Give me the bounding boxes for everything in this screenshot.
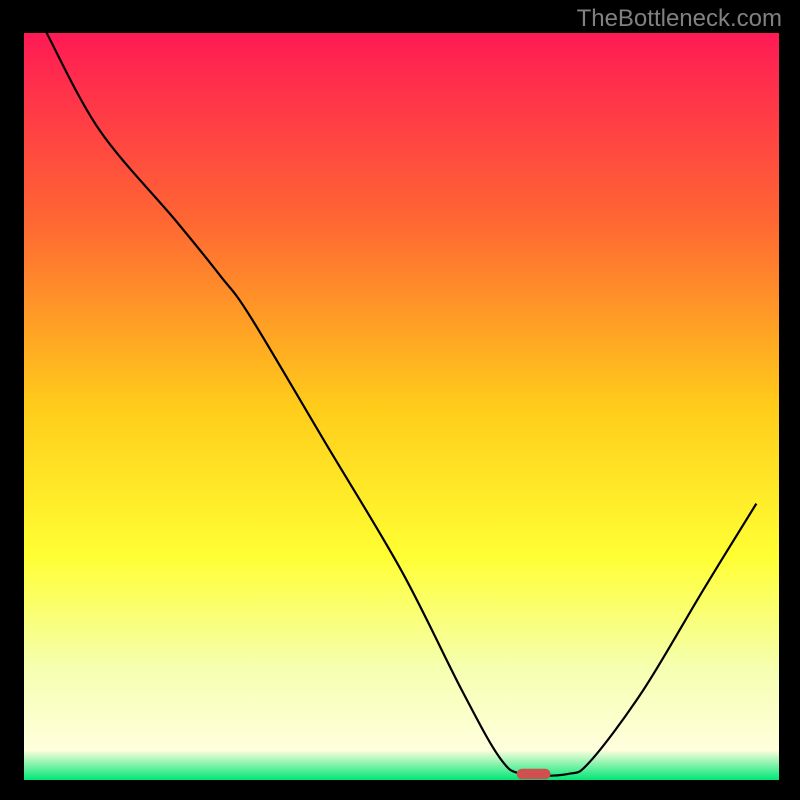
plot-background — [24, 33, 779, 780]
chart-svg — [0, 0, 800, 800]
chart-container: TheBottleneck.com — [0, 0, 800, 800]
watermark-text: TheBottleneck.com — [577, 5, 782, 33]
optimal-marker — [517, 769, 551, 779]
